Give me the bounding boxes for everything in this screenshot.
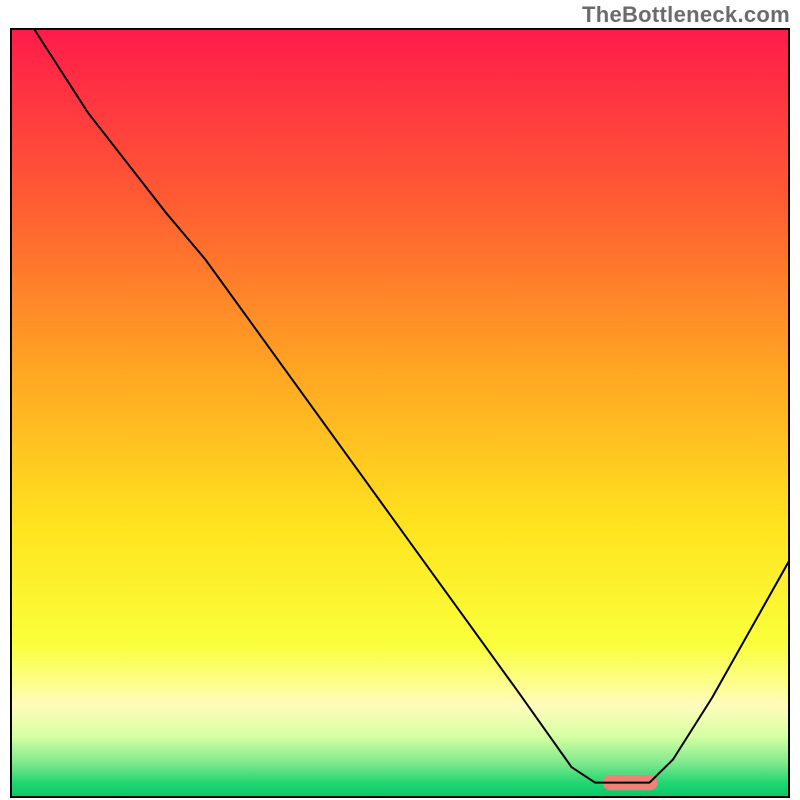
chart-plot-area [10,28,790,798]
chart-container: TheBottleneck.com [0,0,800,800]
watermark-text: TheBottleneck.com [582,2,790,28]
bottleneck-chart [10,28,790,798]
